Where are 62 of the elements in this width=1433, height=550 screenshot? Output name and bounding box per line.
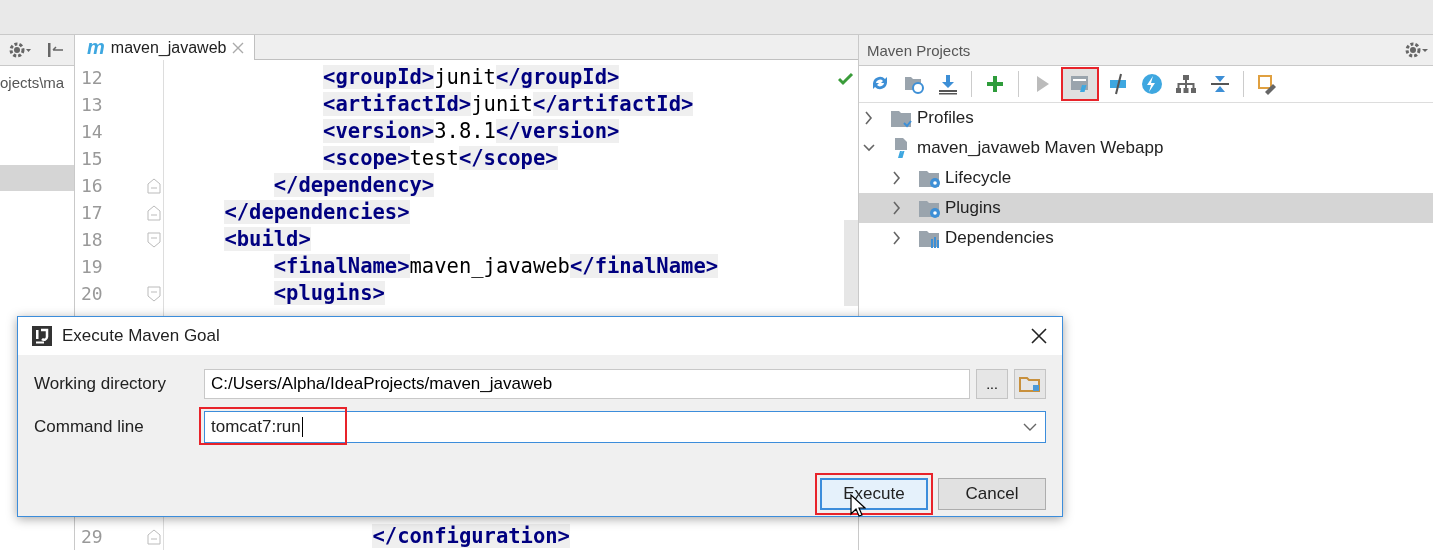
line-number: 13	[80, 94, 104, 115]
line-number: 14	[80, 121, 104, 142]
gear-icon[interactable]	[1403, 40, 1429, 60]
lightning-icon	[1140, 72, 1164, 96]
chevron-right-icon[interactable]	[863, 111, 875, 125]
dropdown-icon[interactable]	[1023, 422, 1037, 432]
fold-marker-icon[interactable]	[147, 528, 161, 545]
tree-item[interactable]: Profiles	[859, 103, 1433, 133]
field-label: Command line	[34, 417, 145, 437]
tree-label: Profiles	[917, 108, 974, 128]
line-number: 18	[80, 229, 104, 250]
fold-marker-icon[interactable]	[147, 231, 161, 248]
hierarchy-icon	[1174, 72, 1198, 96]
tree-item[interactable]: Plugins	[859, 193, 1433, 223]
folder-icon	[1019, 375, 1041, 393]
tree-label: Dependencies	[945, 228, 1054, 248]
line-number: 16	[80, 175, 104, 196]
close-icon[interactable]	[232, 41, 245, 54]
field-label: Working directory	[34, 374, 167, 394]
tree-item[interactable]: Lifecycle	[859, 163, 1433, 193]
code-line: <version>3.8.1</version>	[322, 118, 620, 145]
line-number: 17	[80, 202, 104, 223]
tree-label: Lifecycle	[945, 168, 1012, 188]
execute-button[interactable]: Execute	[815, 473, 933, 515]
directory-field[interactable]: C:/Users/Alpha/IdeaProjects/maven_javaweb	[204, 369, 970, 399]
dialog-title: Execute Maven Goal	[62, 326, 221, 346]
tree-label: Plugins	[945, 198, 1001, 218]
tab-title: maven_javaweb	[110, 38, 227, 57]
chevron-right-icon[interactable]	[891, 201, 903, 215]
close-icon	[1030, 327, 1048, 345]
tree-item[interactable]: maven_javaweb Maven Webapp	[859, 133, 1433, 163]
fold-marker-icon[interactable]	[147, 204, 161, 221]
line-number: 12	[80, 67, 104, 88]
download-icon	[936, 72, 960, 96]
project-path: ojects\ma	[0, 74, 66, 91]
wrench-icon	[1255, 72, 1279, 96]
line-number: 29	[80, 526, 104, 547]
tree-item[interactable]: Dependencies	[859, 223, 1433, 253]
browse-button[interactable]: ...	[976, 369, 1008, 399]
fold-marker-icon[interactable]	[147, 285, 161, 302]
line-number: 20	[80, 283, 104, 304]
scrollbar-thumb[interactable]	[844, 220, 858, 306]
code-line: <artifactId>junit</artifactId>	[322, 91, 694, 118]
gear-icon[interactable]	[8, 41, 32, 59]
code-line: <scope>test</scope>	[322, 145, 558, 172]
panel-title: Maven Projects	[867, 41, 971, 59]
fold-marker-icon[interactable]	[147, 177, 161, 194]
chevron-right-icon[interactable]	[891, 171, 903, 185]
toolbar-button[interactable]	[1061, 67, 1099, 101]
line-number: 15	[80, 148, 104, 169]
close-button[interactable]	[1030, 327, 1048, 345]
code-line: <finalName>maven_javaweb</finalName>	[272, 253, 719, 280]
checkmark-icon	[838, 72, 854, 88]
tree-label: maven_javaweb Maven Webapp	[917, 138, 1164, 158]
editor-tab[interactable]: m maven_javaweb	[75, 35, 256, 60]
collapse-left-icon[interactable]	[46, 41, 64, 59]
maven-file-icon: m	[87, 36, 105, 59]
line-number: 19	[80, 256, 104, 277]
chevron-right-icon[interactable]	[891, 231, 903, 245]
app-logo-icon	[32, 326, 52, 346]
code-line: <groupId>junit</groupId>	[322, 64, 620, 91]
folder-button[interactable]	[1014, 369, 1046, 399]
